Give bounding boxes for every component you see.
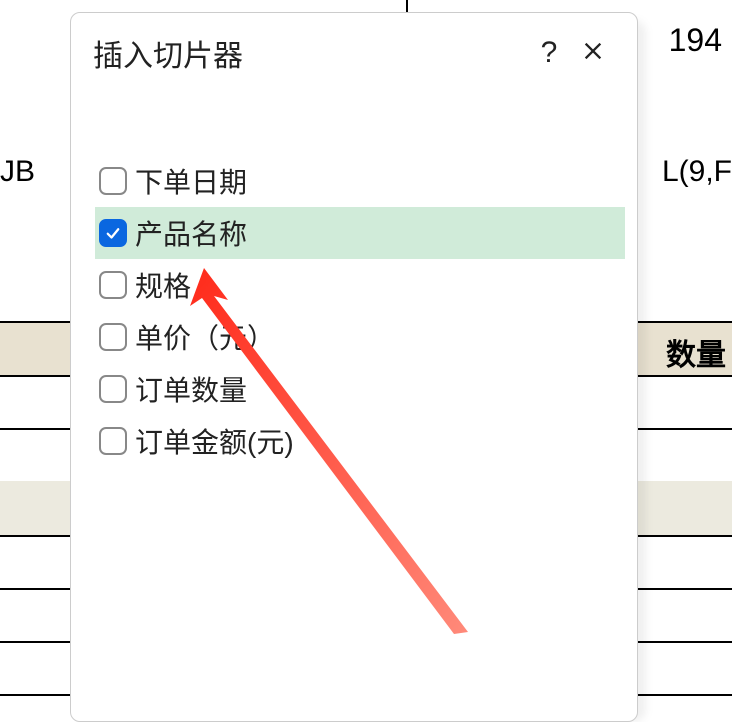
field-label: 下单日期 [135,161,247,201]
formula-fragment-left: JB [0,155,35,189]
field-label: 产品名称 [135,213,247,253]
column-divider [406,0,408,12]
checkbox-unchecked[interactable] [99,427,127,455]
formula-fragment-right: L(9,F [662,155,732,189]
checkbox-checked[interactable] [99,219,127,247]
field-row-order-date[interactable]: 下单日期 [95,155,625,207]
field-label: 订单金额(元) [135,421,294,461]
checkbox-unchecked[interactable] [99,375,127,403]
dialog-title: 插入切片器 [93,31,527,75]
field-row-order-amount[interactable]: 订单金额(元) [95,415,625,467]
field-row-spec[interactable]: 规格 [95,259,625,311]
checkbox-unchecked[interactable] [99,271,127,299]
close-button[interactable] [571,40,615,67]
field-label: 单价（元） [135,317,275,357]
field-label: 订单数量 [135,369,247,409]
field-row-unit-price[interactable]: 单价（元） [95,311,625,363]
checkbox-unchecked[interactable] [99,167,127,195]
dialog-titlebar: 插入切片器 ? [71,13,637,89]
dialog-body: 下单日期 产品名称 规格 单价（元） 订单数量 订单金额(元) [71,89,637,467]
field-label: 规格 [135,265,191,305]
insert-slicer-dialog: 插入切片器 ? 下单日期 产品名称 规格 [70,12,638,722]
close-icon [582,40,604,62]
checkbox-unchecked[interactable] [99,323,127,351]
field-row-product-name[interactable]: 产品名称 [95,207,625,259]
header-cell-qty: 数量 [666,330,726,374]
field-row-order-qty[interactable]: 订单数量 [95,363,625,415]
help-button[interactable]: ? [527,36,571,70]
cell-value-partial: 194 [669,22,722,59]
check-icon [104,224,122,242]
